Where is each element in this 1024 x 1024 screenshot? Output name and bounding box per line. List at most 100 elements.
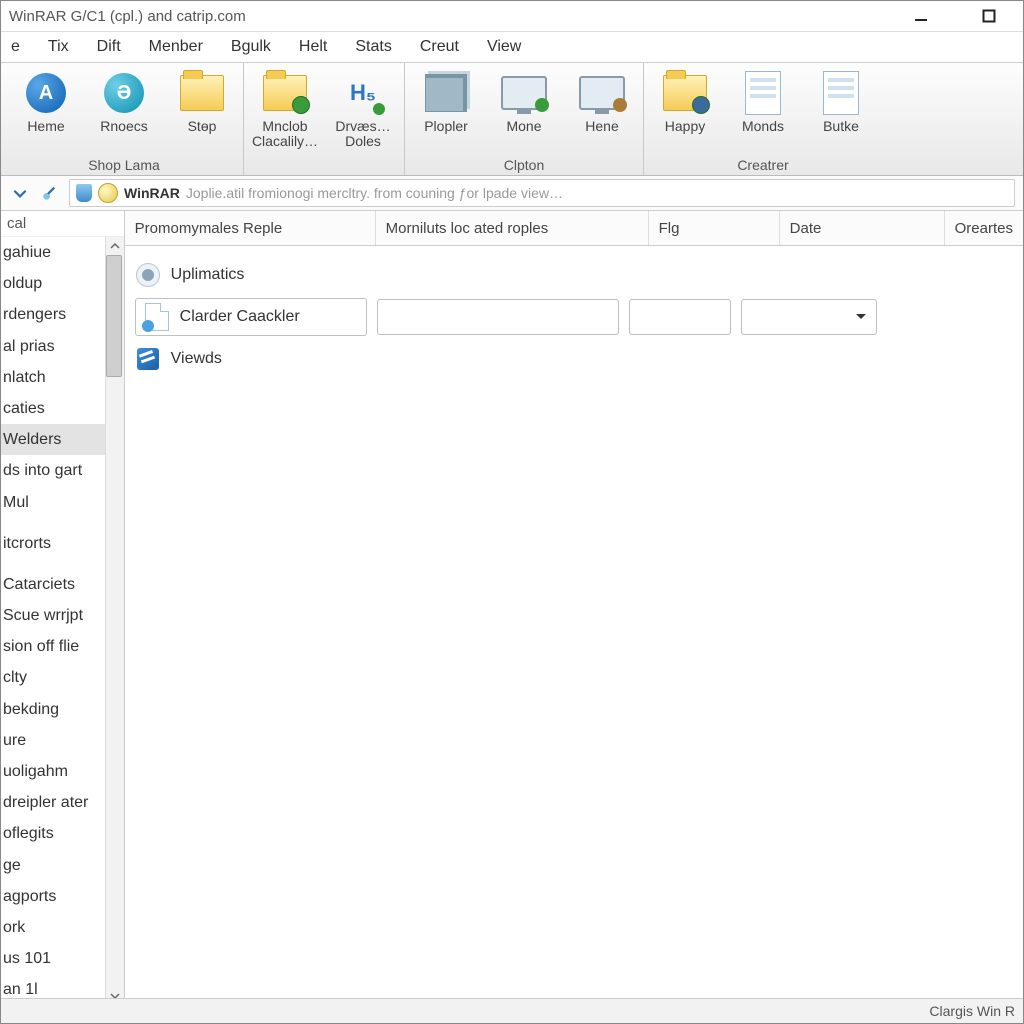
sidebar-list: gahiueolduprdengersal priasnlatchcatiesW… [1, 237, 124, 1005]
monitor-brown-icon [579, 76, 625, 110]
sidebar-item[interactable]: caties [1, 393, 106, 424]
column-header[interactable]: Morniluts loc ated roples [376, 211, 649, 245]
ribbon-group-label: Creatrer [737, 155, 788, 175]
sidebar-item[interactable]: us 101 [1, 943, 106, 974]
folder-badge-icon [263, 75, 307, 111]
wand-icon[interactable] [39, 182, 61, 204]
text-input[interactable] [377, 299, 619, 335]
butke-button[interactable]: Butke [808, 65, 874, 155]
document-plus-icon [823, 71, 859, 115]
sidebar-item[interactable]: Welders [1, 424, 106, 455]
menu-dift[interactable]: Dift [97, 38, 121, 56]
sidebar-scrollbar[interactable] [105, 237, 124, 1005]
happy-button[interactable]: Happy [652, 65, 718, 155]
menu-bgulk[interactable]: Bgulk [231, 38, 271, 56]
mone-button[interactable]: Mone [491, 65, 557, 155]
sidebar-item[interactable]: rdengers [1, 299, 106, 330]
ribbon-group-clpton: Plopler Mone Hene Clpton [405, 63, 644, 175]
scroll-thumb[interactable] [106, 255, 122, 377]
sidebar-item[interactable]: oflegits [1, 818, 106, 849]
address-bar: WinRAR Joplie.atil fromionogi mercltry. … [1, 176, 1023, 211]
letter-a-icon: A [26, 73, 66, 113]
document-globe-icon [745, 71, 781, 115]
sidebar-item[interactable]: uoligahm [1, 756, 106, 787]
status-text: Clargis Win R [929, 1003, 1015, 1019]
row-label: Viewds [171, 350, 222, 368]
sidebar-item[interactable]: Mul [1, 487, 106, 518]
rows-area: Uplimatics Clarder Caackler Viewds [125, 246, 1023, 388]
gear-icon [136, 263, 160, 287]
home-button[interactable]: A Heme [13, 65, 79, 155]
sidebar-item[interactable]: clty [1, 662, 106, 693]
sidebar-item[interactable]: Scue wrrjpt [1, 600, 106, 631]
column-header[interactable]: Promomymales Reple [125, 211, 376, 245]
address-path: Joplie.atil fromionogi mercltry. from co… [186, 185, 563, 201]
rnoecs-button[interactable]: Ә Rnoecs [91, 65, 157, 155]
minimize-button[interactable] [903, 4, 939, 28]
list-row-editable[interactable]: Clarder Caackler [135, 296, 1013, 338]
sidebar-item[interactable]: gahiue [1, 237, 106, 268]
monds-button[interactable]: Monds [730, 65, 796, 155]
list-row[interactable]: Uplimatics [135, 254, 1013, 296]
row-label: Uplimatics [171, 266, 245, 284]
monitor-icon [501, 76, 547, 110]
sidebar-item[interactable]: dreipler ater [1, 787, 106, 818]
scroll-up-icon[interactable] [106, 237, 124, 255]
menu-menber[interactable]: Menber [149, 38, 203, 56]
nav-dropdown-button[interactable] [9, 182, 31, 204]
main-split: cal gahiueolduprdengersal priasnlatchcat… [1, 211, 1023, 1005]
viewds-icon [137, 348, 159, 370]
sidebar-item[interactable]: ure [1, 725, 106, 756]
sidebar: cal gahiueolduprdengersal priasnlatchcat… [1, 211, 125, 1005]
window-controls [903, 4, 1017, 28]
folder-globe-icon [663, 75, 707, 111]
ribbon-group-creatrer: Happy Monds Butke Creatrer [644, 63, 882, 175]
menu-tix[interactable]: Tix [48, 38, 69, 56]
shield-icon [76, 184, 92, 202]
text-input[interactable] [629, 299, 731, 335]
sidebar-item[interactable]: al prias [1, 331, 106, 362]
sidebar-item[interactable]: sion off flie [1, 631, 106, 662]
address-box[interactable]: WinRAR Joplie.atil fromionogi mercltry. … [69, 179, 1015, 207]
app-window: WinRAR G/C1 (cpl.) and catrip.com e Tix … [0, 0, 1024, 1024]
row-label: Clarder Caackler [180, 308, 300, 326]
menu-e[interactable]: e [11, 38, 20, 56]
address-prefix: WinRAR [124, 185, 180, 201]
menu-stats[interactable]: Stats [355, 38, 391, 56]
folder-icon [180, 75, 224, 111]
sidebar-item[interactable]: itcrorts [1, 528, 106, 559]
ribbon-group-label: Clpton [504, 155, 544, 175]
ribbon-group-2: Mnclob Clacalily… H₅ Drvæs… Doles [244, 63, 405, 175]
ribbon-group-shop-lama: A Heme Ә Rnoecs Stɵp Shop Lama [5, 63, 244, 175]
plopler-button[interactable]: Plopler [413, 65, 479, 155]
stop-button[interactable]: Stɵp [169, 65, 235, 155]
sidebar-item[interactable]: ork [1, 912, 106, 943]
menubar: e Tix Dift Menber Bgulk Helt Stats Creut… [1, 32, 1023, 62]
column-header[interactable]: Oreartes [945, 211, 1023, 245]
sidebar-item[interactable]: ge [1, 850, 106, 881]
column-headers: Promomymales Reple Morniluts loc ated ro… [125, 211, 1023, 246]
menu-helt[interactable]: Helt [299, 38, 327, 56]
sidebar-item[interactable]: nlatch [1, 362, 106, 393]
list-row[interactable]: Viewds [135, 338, 1013, 380]
sidebar-item[interactable]: bekding [1, 694, 106, 725]
sidebar-item[interactable]: ds into gart [1, 455, 106, 486]
mnclob-button[interactable]: Mnclob Clacalily… [252, 65, 318, 171]
content-pane: Promomymales Reple Morniluts loc ated ro… [125, 211, 1023, 1005]
document-icon [145, 303, 169, 331]
sidebar-header: cal [1, 211, 124, 237]
hene-button[interactable]: Hene [569, 65, 635, 155]
column-header[interactable]: Date [780, 211, 945, 245]
h5-icon: H₅ [343, 73, 383, 113]
disc-icon [98, 183, 118, 203]
sidebar-item[interactable]: agports [1, 881, 106, 912]
menu-creut[interactable]: Creut [420, 38, 459, 56]
menu-view[interactable]: View [487, 38, 521, 56]
drvass-button[interactable]: H₅ Drvæs… Doles [330, 65, 396, 171]
date-dropdown[interactable] [741, 299, 877, 335]
sidebar-item[interactable]: Catarciets [1, 569, 106, 600]
sidebar-item[interactable]: oldup [1, 268, 106, 299]
stack-icon [425, 74, 467, 112]
column-header[interactable]: Flg [649, 211, 780, 245]
maximize-button[interactable] [971, 4, 1007, 28]
